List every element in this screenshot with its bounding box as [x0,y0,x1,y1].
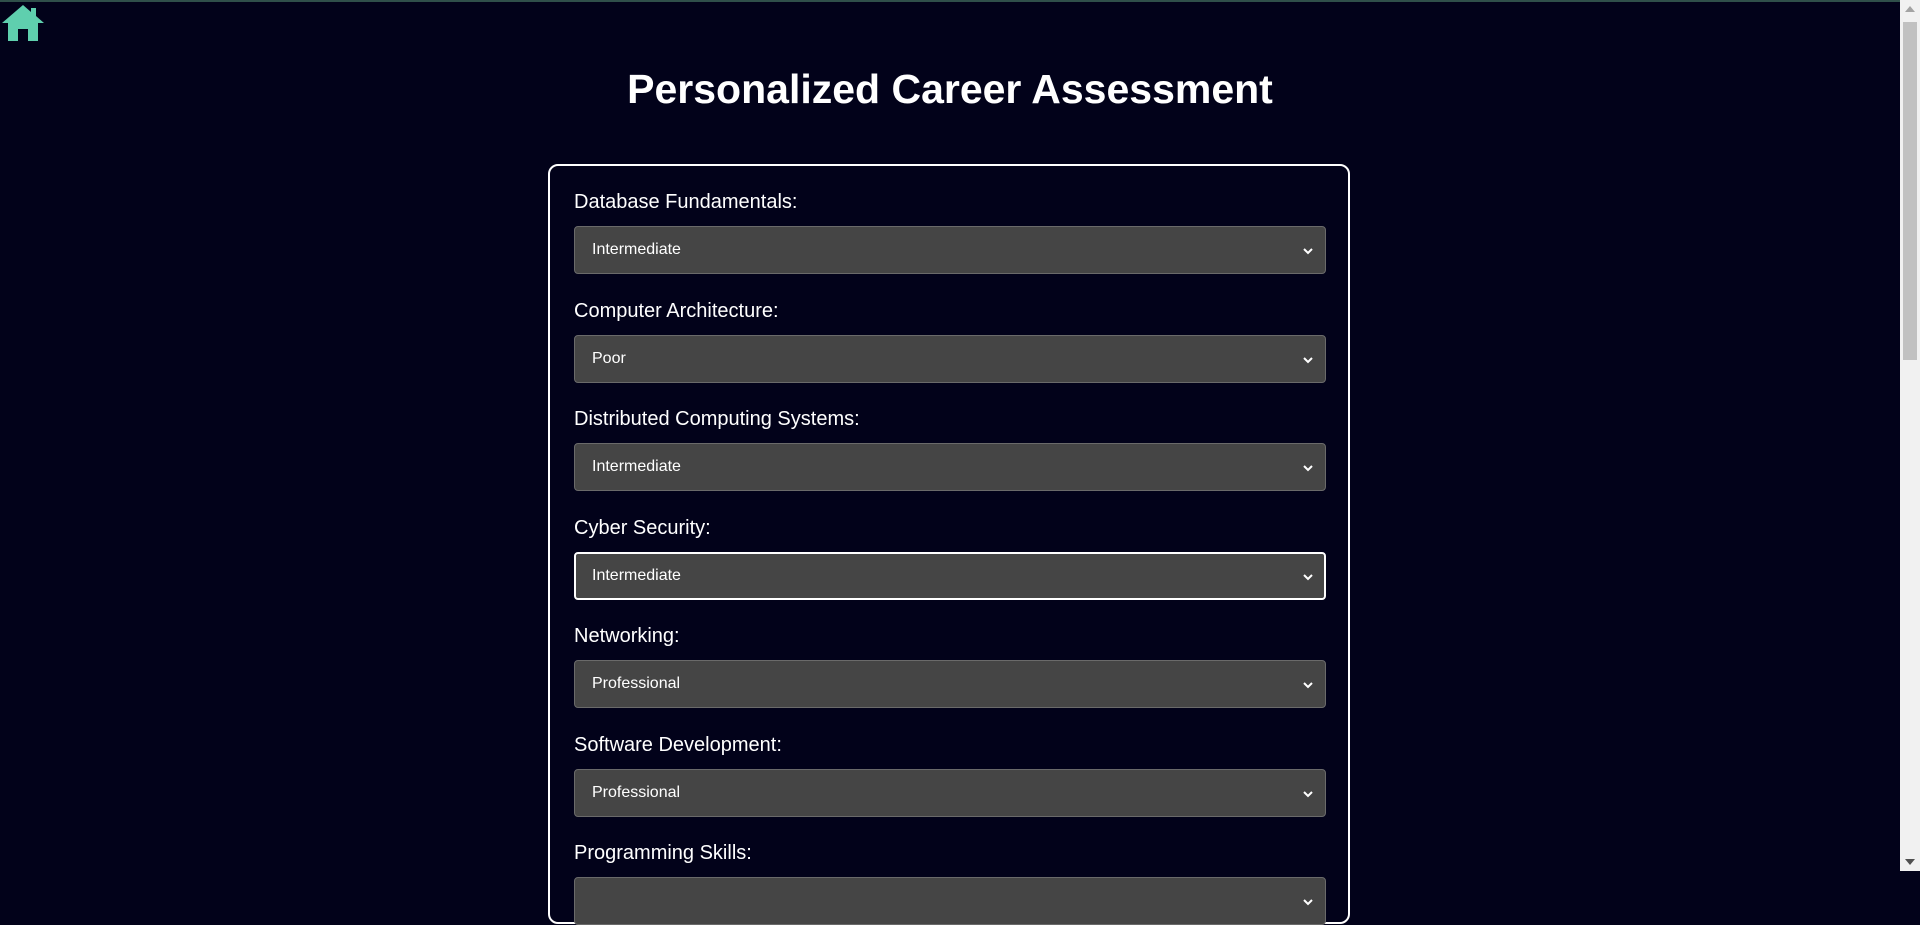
field-database-fundamentals: Database Fundamentals: Intermediate [574,190,1326,274]
page-scrollbar[interactable] [1900,0,1920,871]
field-software-development: Software Development: Professional [574,733,1326,817]
field-label: Software Development: [574,734,782,756]
field-programming-skills: Programming Skills: [574,841,1326,925]
assessment-form: Database Fundamentals: Intermediate Comp… [548,164,1350,925]
database-fundamentals-select[interactable]: Intermediate [574,226,1326,274]
field-label: Distributed Computing Systems: [574,408,860,430]
field-label: Networking: [574,625,680,647]
scroll-down-arrow-icon[interactable] [1905,859,1915,865]
field-label: Database Fundamentals: [574,191,798,213]
select-value: Poor [592,350,626,367]
field-cyber-security: Cyber Security: Intermediate [574,516,1326,600]
page-title: Personalized Career Assessment [627,66,1273,112]
field-label: Cyber Security: [574,517,711,539]
home-icon [2,5,44,41]
networking-select[interactable]: Professional [574,660,1326,708]
scroll-up-arrow-icon[interactable] [1905,6,1915,12]
chevron-down-icon [1303,465,1313,472]
distributed-computing-systems-select[interactable]: Intermediate [574,443,1326,491]
field-label: Computer Architecture: [574,300,779,322]
field-distributed-computing-systems: Distributed Computing Systems: Intermedi… [574,407,1326,491]
field-label: Programming Skills: [574,842,752,864]
cyber-security-select[interactable]: Intermediate [574,552,1326,600]
field-networking: Networking: Professional [574,624,1326,708]
chevron-down-icon [1303,791,1313,798]
chevron-down-icon [1303,248,1313,255]
field-computer-architecture: Computer Architecture: Poor [574,299,1326,383]
home-button[interactable] [0,2,46,44]
top-border-line [0,0,1920,2]
chevron-down-icon [1303,357,1313,364]
programming-skills-select[interactable] [574,877,1326,925]
chevron-down-icon [1303,899,1313,906]
select-value: Professional [592,784,681,801]
computer-architecture-select[interactable]: Poor [574,335,1326,383]
select-value: Intermediate [592,241,681,258]
select-value: Professional [592,675,681,692]
select-value: Intermediate [592,567,681,584]
scrollbar-thumb[interactable] [1903,22,1917,360]
select-value: Intermediate [592,458,681,475]
chevron-down-icon [1303,682,1313,689]
software-development-select[interactable]: Professional [574,769,1326,817]
chevron-down-icon [1303,574,1313,581]
